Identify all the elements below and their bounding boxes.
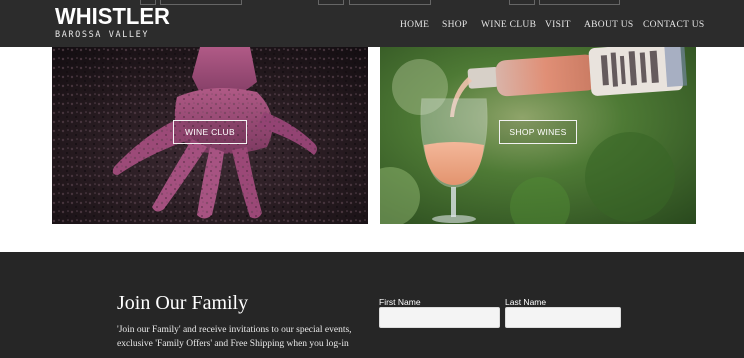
partial-element xyxy=(539,0,620,5)
nav-about-us[interactable]: ABOUT US xyxy=(584,20,633,30)
partial-element xyxy=(318,0,344,5)
partial-element xyxy=(509,0,535,5)
nav-contact-us[interactable]: CONTACT US xyxy=(643,20,704,30)
first-name-field[interactable] xyxy=(379,307,500,328)
brand-name: WHISTLER xyxy=(55,2,170,30)
partial-element xyxy=(160,0,242,5)
partial-element xyxy=(140,0,156,5)
site-header: WHISTLER BAROSSA VALLEY HOME SHOP WINE C… xyxy=(0,0,744,47)
wine-club-button[interactable]: WINE CLUB xyxy=(173,120,247,144)
last-name-label: Last Name xyxy=(505,297,547,307)
wine-club-tile[interactable]: WINE CLUB xyxy=(52,47,368,224)
partial-element xyxy=(349,0,431,5)
nav-wine-club[interactable]: WINE CLUB xyxy=(481,20,536,30)
shop-wines-tile[interactable]: SHOP WINES xyxy=(380,47,696,224)
brand-logo[interactable]: WHISTLER BAROSSA VALLEY xyxy=(55,2,170,40)
nav-shop[interactable]: SHOP xyxy=(442,20,468,30)
join-description: 'Join our Family' and receive invitation… xyxy=(117,325,352,349)
join-family-section: Join Our Family 'Join our Family' and re… xyxy=(0,252,744,358)
nav-visit[interactable]: VISIT xyxy=(545,20,571,30)
nav-home[interactable]: HOME xyxy=(400,20,429,30)
brand-subtitle: BAROSSA VALLEY xyxy=(55,30,150,40)
first-name-label: First Name xyxy=(379,297,421,307)
last-name-field[interactable] xyxy=(505,307,621,328)
join-title: Join Our Family xyxy=(117,292,249,314)
shop-wines-button[interactable]: SHOP WINES xyxy=(499,120,577,144)
